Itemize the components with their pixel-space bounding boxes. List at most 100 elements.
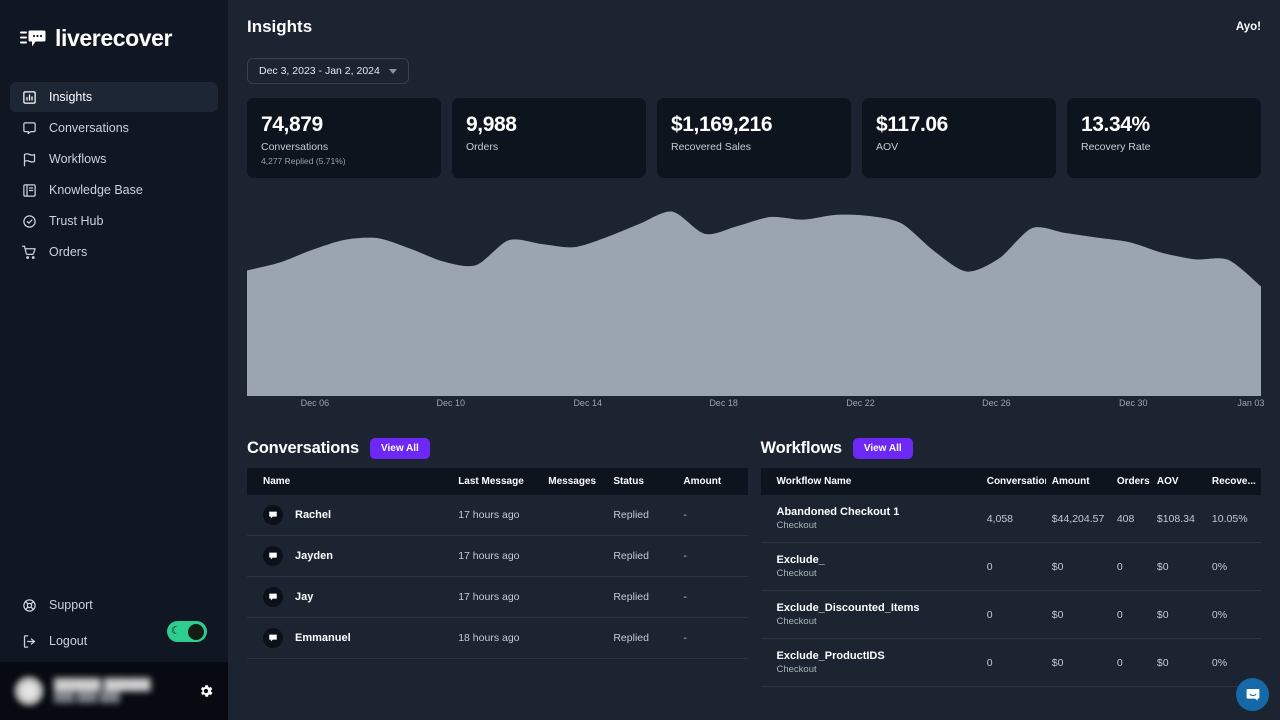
panel-title: Workflows (761, 439, 842, 458)
column-header-messages[interactable]: Messages (542, 468, 607, 495)
kpi-sublabel: 4,277 Replied (5.71%) (261, 156, 427, 166)
workflows-table-body: Abandoned Checkout 1Checkout4,058$44,204… (761, 495, 1262, 687)
sidebar-item-insights[interactable]: Insights (10, 82, 218, 112)
logout-icon (22, 634, 37, 649)
conversations-table: Name Last Message Messages Status Amount… (247, 468, 748, 659)
column-header-amount[interactable]: Amount (677, 468, 747, 495)
kpi-row: 74,879 Conversations 4,277 Replied (5.71… (247, 98, 1261, 178)
sidebar-item-trust-hub[interactable]: Trust Hub (10, 206, 218, 236)
column-header-conversations[interactable]: Conversations (981, 468, 1046, 495)
sidebar-item-label: Orders (49, 246, 87, 259)
chart-x-tick-label: Dec 06 (301, 398, 330, 408)
cell-last-message: 17 hours ago (452, 495, 542, 536)
table-row[interactable]: Rachel17 hours agoReplied- (247, 495, 748, 536)
cell-orders: 0 (1111, 591, 1151, 639)
cell-conversations: 4,058 (981, 495, 1046, 543)
table-row[interactable]: Exclude_Checkout0$00$00% (761, 543, 1262, 591)
cell-amount: $0 (1046, 639, 1111, 687)
workflow-name: Exclude_ProductIDS (777, 649, 975, 663)
chart-x-axis: Dec 06Dec 10Dec 14Dec 18Dec 22Dec 26Dec … (247, 398, 1261, 418)
workflows-view-all-button[interactable]: View All (853, 438, 913, 459)
intercom-chat-icon[interactable] (1236, 678, 1269, 711)
cell-messages (542, 536, 607, 577)
cell-aov: $0 (1151, 639, 1206, 687)
conversation-name: Jay (295, 591, 313, 603)
cell-messages (542, 495, 607, 536)
cell-status: Replied (607, 536, 677, 577)
column-header-workflow-name[interactable]: Workflow Name (761, 468, 981, 495)
kpi-card-aov: $117.06 AOV (862, 98, 1056, 178)
cell-messages (542, 577, 607, 618)
chevron-down-icon (389, 69, 397, 74)
sidebar-item-knowledge-base[interactable]: Knowledge Base (10, 175, 218, 205)
cell-aov: $0 (1151, 591, 1206, 639)
workflows-panel-header: Workflows View All (761, 438, 1262, 459)
table-row[interactable]: Jayden 17 hours ago Replied- (247, 536, 748, 577)
date-range-picker[interactable]: Dec 3, 2023 - Jan 2, 2024 (247, 58, 409, 84)
cell-amount: - (677, 495, 747, 536)
table-row[interactable]: Exclude_ProductIDSCheckout0$00$00% (761, 639, 1262, 687)
sidebar-nav: Insights Conversations Workflows Knowled… (0, 82, 228, 268)
user-greeting: Ayo! (1236, 21, 1261, 33)
column-header-name[interactable]: Name (247, 468, 452, 495)
sidebar-item-label: Conversations (49, 122, 129, 135)
table-row[interactable]: Abandoned Checkout 1Checkout4,058$44,204… (761, 495, 1262, 543)
sidebar-item-label: Knowledge Base (49, 184, 143, 197)
kpi-label: Recovered Sales (671, 141, 837, 153)
workflow-name: Exclude_Discounted_Items (777, 601, 975, 615)
sidebar-item-orders[interactable]: Orders (10, 237, 218, 267)
message-square-icon (22, 121, 37, 136)
cell-amount: $0 (1046, 591, 1111, 639)
kpi-card-conversations: 74,879 Conversations 4,277 Replied (5.71… (247, 98, 441, 178)
sidebar: liverecover Insights Conversations Workf… (0, 0, 228, 720)
column-header-amount[interactable]: Amount (1046, 468, 1111, 495)
cell-messages (542, 618, 607, 659)
cell-name: Rachel (247, 495, 452, 536)
sidebar-item-support[interactable]: Support (10, 590, 218, 620)
kpi-card-orders: 9,988 Orders (452, 98, 646, 178)
check-circle-icon (22, 214, 37, 229)
sidebar-item-workflows[interactable]: Workflows (10, 144, 218, 174)
table-header-row: Workflow Name Conversations Amount Order… (761, 468, 1262, 495)
table-header-row: Name Last Message Messages Status Amount (247, 468, 748, 495)
chat-bubble-icon (263, 587, 283, 607)
bar-chart-icon (22, 90, 37, 105)
table-row[interactable]: Jay17 hours agoReplied- (247, 577, 748, 618)
cell-amount: - (677, 536, 747, 577)
workflows-panel: Workflows View All Workflow Name Convers… (761, 438, 1262, 687)
flag-icon (22, 152, 37, 167)
column-header-last-message[interactable]: Last Message (452, 468, 542, 495)
table-row[interactable]: Exclude_Discounted_ItemsCheckout0$00$00% (761, 591, 1262, 639)
cell-workflow-name: Exclude_Checkout (761, 543, 981, 591)
chart-x-tick-label: Jan 03 (1237, 398, 1264, 408)
kpi-card-recovery-rate: 13.34% Recovery Rate (1067, 98, 1261, 178)
chart-x-tick-label: Dec 18 (709, 398, 738, 408)
cell-name: Jayden (247, 536, 452, 577)
chart-canvas (247, 200, 1261, 396)
gear-icon[interactable] (198, 683, 214, 699)
workflow-category: Checkout (777, 519, 975, 532)
panels-row: Conversations View All Name Last Message… (247, 438, 1261, 687)
column-header-recovery-rate[interactable]: Recove... (1206, 468, 1261, 495)
conversations-view-all-button[interactable]: View All (370, 438, 430, 459)
column-header-orders[interactable]: Orders (1111, 468, 1151, 495)
conversation-name: Jayden (295, 550, 333, 562)
moon-icon: ☾ (171, 626, 181, 637)
cell-recovery-rate: 0% (1206, 543, 1261, 591)
sidebar-item-label: Workflows (49, 153, 106, 166)
column-header-status[interactable]: Status (607, 468, 677, 495)
sidebar-item-conversations[interactable]: Conversations (10, 113, 218, 143)
table-row[interactable]: Emmanuel18 hours agoReplied- (247, 618, 748, 659)
cell-last-message: 17 hours ago (452, 536, 542, 577)
kpi-label: Recovery Rate (1081, 141, 1247, 153)
profile-name: ██████ ██████ (54, 679, 188, 692)
sidebar-item-label: Logout (49, 635, 87, 648)
cell-recovery-rate: 10.05% (1206, 495, 1261, 543)
column-header-aov[interactable]: AOV (1151, 468, 1206, 495)
chat-bubble-icon (263, 628, 283, 648)
cell-workflow-name: Exclude_Discounted_ItemsCheckout (761, 591, 981, 639)
workflow-category: Checkout (777, 663, 975, 676)
user-profile[interactable]: ██████ ██████ ███ ███ ███ (0, 662, 228, 720)
brand[interactable]: liverecover (0, 0, 228, 62)
theme-toggle[interactable]: ☾ (167, 621, 207, 642)
